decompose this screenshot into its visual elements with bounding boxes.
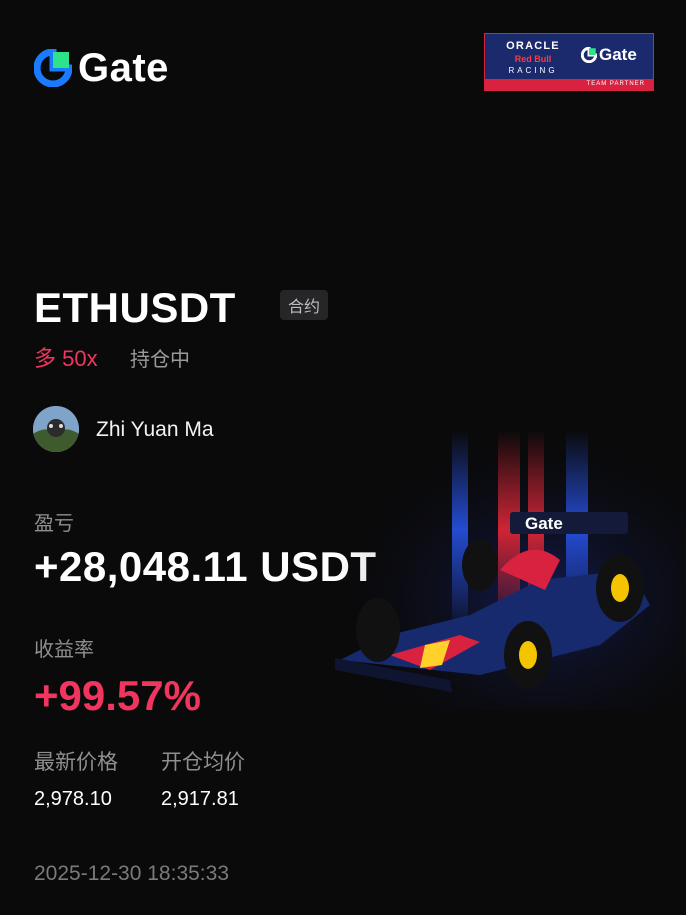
avatar	[33, 406, 79, 452]
gate-logo-icon	[34, 49, 72, 87]
partner-gate-logo: Gate	[581, 45, 637, 65]
return-rate-value: +99.57%	[34, 672, 201, 719]
wheel-rim-yellow	[519, 641, 537, 669]
light-beam-blue-1	[452, 430, 468, 630]
avatar-image	[33, 406, 79, 452]
partner-gate-text: Gate	[599, 45, 637, 64]
team-partner-strip: TEAM PARTNER	[485, 79, 653, 90]
gate-logo: Gate	[34, 48, 169, 88]
contract-type-tag: 合约	[280, 290, 329, 320]
return-rate-label: 收益率	[34, 639, 94, 661]
contract-symbol: ETHUSDT	[34, 284, 236, 331]
timestamp: 2025-12-30 18:35:33	[34, 862, 229, 885]
last-price-value: 2,978.10	[34, 788, 112, 810]
redbull-text: Red Bull	[514, 54, 552, 64]
pnl-value: +28,048.11 USDT	[34, 543, 377, 590]
wheel-front-left	[356, 598, 400, 662]
gate-small-icon	[581, 47, 597, 63]
entry-price-value: 2,917.81	[161, 788, 239, 810]
wheel-rear-left	[462, 539, 498, 591]
wheel-rim-yellow-rear	[611, 574, 629, 602]
logo-text: Gate	[78, 46, 169, 90]
partner-badge: ORACLE Red Bull RACING Gate TEAM PARTNER	[484, 33, 654, 91]
racing-text: RACING	[508, 66, 558, 75]
f1-car-illustration: Gate	[330, 430, 686, 710]
pnl-label: 盈亏	[34, 513, 74, 535]
share-card: Gate ORACLE Red Bull RACING Gate TEAM PA…	[0, 0, 686, 915]
oracle-redbull-logo: ORACLE Red Bull RACING	[493, 40, 573, 75]
side-leverage: 多 50x	[34, 346, 98, 371]
position-status: 持仓中	[130, 349, 190, 371]
oracle-text: ORACLE	[506, 40, 560, 52]
rear-wing-livery: Gate	[525, 514, 563, 533]
last-price-label: 最新价格	[34, 751, 118, 774]
user-name: Zhi Yuan Ma	[96, 418, 214, 441]
entry-price-label: 开仓均价	[161, 751, 245, 774]
